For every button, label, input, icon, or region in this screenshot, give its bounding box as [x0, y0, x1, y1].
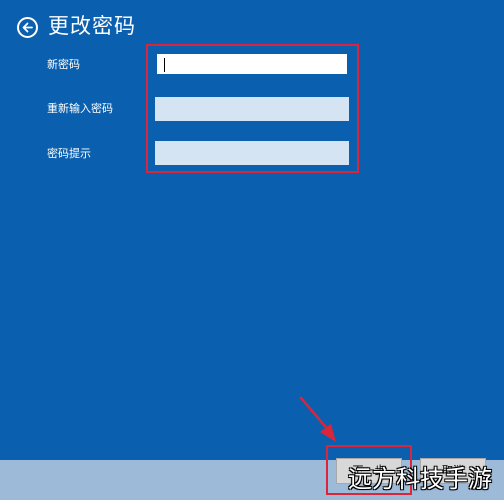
back-button[interactable] [17, 17, 38, 38]
new-password-label: 新密码 [47, 58, 80, 71]
arrow-shaft [299, 396, 332, 434]
change-password-window: 更改密码 新密码 重新输入密码 密码提示 下一步 取消 远方科技手游 [0, 0, 504, 500]
watermark-text: 远方科技手游 [348, 465, 492, 493]
new-password-field[interactable] [155, 52, 349, 76]
arrow-head [320, 424, 336, 442]
reenter-password-field[interactable] [155, 97, 349, 121]
page-title: 更改密码 [48, 14, 136, 38]
text-caret [164, 58, 165, 72]
password-hint-field[interactable] [155, 141, 349, 165]
password-hint-label: 密码提示 [47, 147, 91, 160]
reenter-password-label: 重新输入密码 [47, 102, 113, 115]
arrow-left-icon [22, 22, 33, 33]
